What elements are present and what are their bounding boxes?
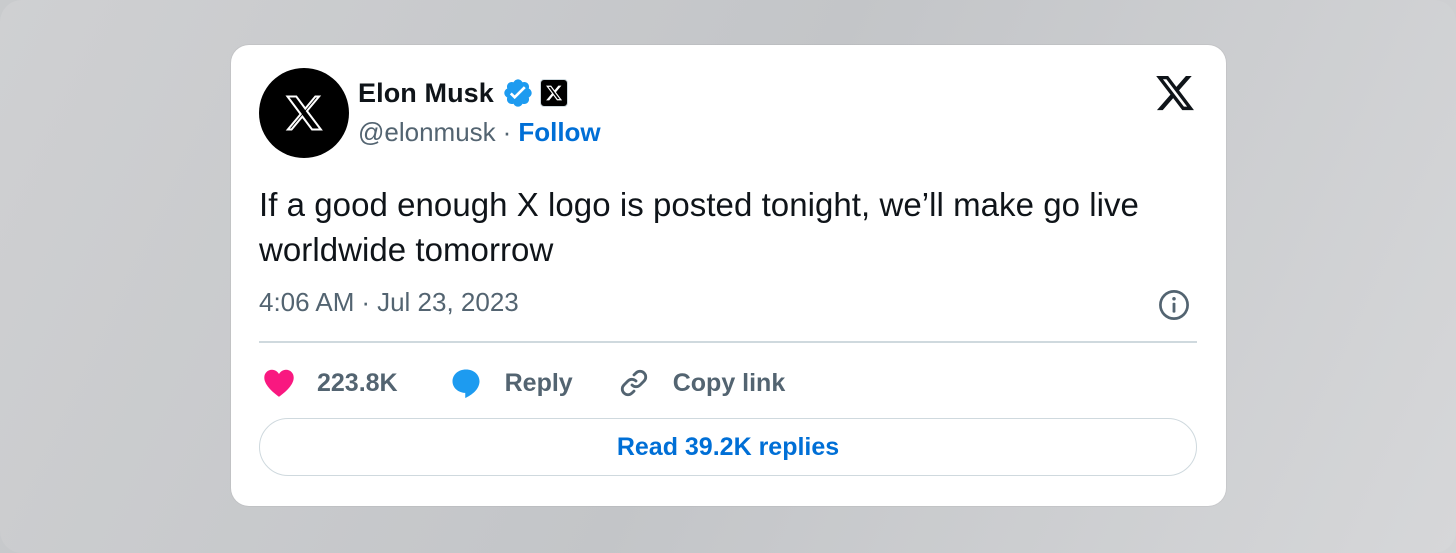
copy-link-label: Copy link (672, 368, 786, 397)
divider (259, 341, 1197, 343)
x-logo-icon (285, 95, 323, 131)
info-icon[interactable] (1157, 288, 1191, 322)
like-button[interactable]: 223.8K (261, 365, 398, 401)
author-name-row: Elon Musk (358, 77, 568, 109)
x-logo-icon[interactable] (1154, 72, 1196, 114)
action-bar: 223.8K Reply Copy link (261, 363, 785, 403)
handle-separator: · (502, 117, 512, 147)
author-handle-row: @elonmusk · Follow (358, 117, 601, 148)
tweet-date: Jul 23, 2023 (377, 287, 519, 317)
speech-bubble-icon (448, 365, 484, 401)
copy-link-button[interactable]: Copy link (617, 366, 786, 400)
tweet-text: If a good enough X logo is posted tonigh… (259, 186, 1139, 268)
link-icon (617, 366, 651, 400)
avatar[interactable] (259, 68, 349, 158)
read-replies-button[interactable]: Read 39.2K replies (259, 418, 1197, 476)
author-handle[interactable]: @elonmusk (358, 117, 496, 148)
heart-icon (261, 365, 297, 401)
like-count: 223.8K (317, 368, 398, 397)
reply-button[interactable]: Reply (448, 365, 573, 401)
tweet-timestamp[interactable]: 4:06 AM · Jul 23, 2023 (259, 287, 519, 318)
verified-badge-icon (502, 77, 534, 109)
follow-button[interactable]: Follow (518, 117, 600, 148)
x-affiliation-badge-icon (539, 79, 568, 107)
tweet-time: 4:06 AM (259, 287, 355, 317)
timestamp-separator: · (361, 287, 371, 317)
author-name[interactable]: Elon Musk (358, 78, 494, 109)
reply-label: Reply (504, 368, 573, 397)
tweet-card: Elon Musk @elonmusk · Follow If a good e… (231, 45, 1226, 506)
